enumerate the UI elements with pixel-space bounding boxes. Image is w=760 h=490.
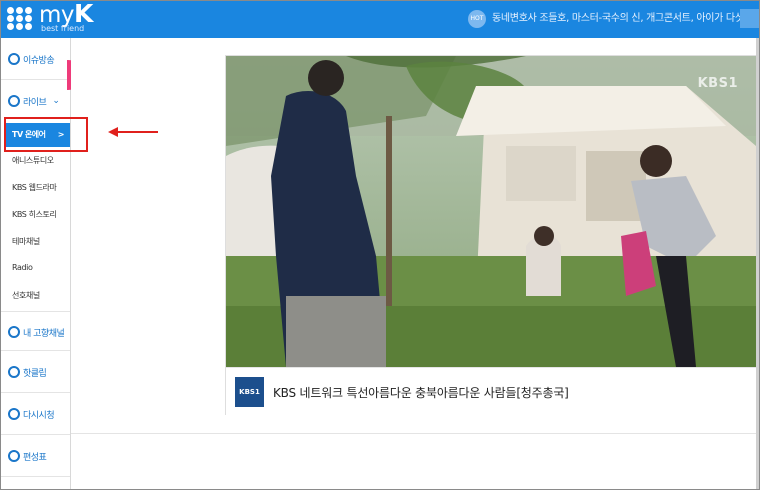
chevron-down-icon: ⌄ xyxy=(52,96,60,106)
sidebar-item-label: 라이브 xyxy=(23,97,47,108)
sidebar: 이슈방송 라이브 ⌄ TV 온에어 > 애니스튜디오 KBS 웹드라마 KBS … xyxy=(1,38,71,489)
list-icon xyxy=(8,450,20,462)
scrollbar-track[interactable] xyxy=(756,38,759,489)
sidebar-item-hot-clip[interactable]: 핫클립 xyxy=(1,351,70,393)
arrow-left-icon xyxy=(108,127,158,137)
sidebar-item-label: 핫클립 xyxy=(23,368,47,379)
highlight-box xyxy=(4,117,88,152)
top-header: myK best friend HOT 동네변호사 조들호, 마스터-국수의 신… xyxy=(1,1,759,38)
header-menu-button[interactable] xyxy=(740,9,759,28)
clock-icon xyxy=(8,95,20,107)
sidebar-item-label: 내 고향채널 xyxy=(23,328,65,339)
logo-subtitle: best friend xyxy=(41,24,85,33)
hot-keywords[interactable]: 동네변호사 조들호, 마스터-국수의 신, 개그콘서트, 아이가 다섯 xyxy=(492,12,744,25)
sidebar-item-label: 이슈방송 xyxy=(23,55,55,66)
sidebar-item-live[interactable]: 라이브 ⌄ xyxy=(1,80,70,115)
kbs-watermark: KBS1 xyxy=(697,76,738,91)
play-icon xyxy=(8,366,20,378)
sidebar-subitem-webdrama[interactable]: KBS 웹드라마 xyxy=(1,182,70,193)
section-divider xyxy=(71,433,756,434)
sidebar-subitem-favorite[interactable]: 선호채널 xyxy=(1,290,70,301)
sidebar-subitem-history[interactable]: KBS 히스토리 xyxy=(1,209,70,220)
sidebar-item-my-channel[interactable]: 내 고향채널 xyxy=(1,311,70,351)
home-icon xyxy=(8,326,20,338)
broadcast-icon xyxy=(8,53,20,65)
sidebar-item-label: 다시시청 xyxy=(23,410,55,421)
channel-logo: KBS1 xyxy=(235,377,264,407)
sidebar-subitem-radio[interactable]: Radio xyxy=(1,263,70,272)
logo-icon[interactable] xyxy=(7,7,33,31)
video-title[interactable]: KBS 네트워크 특선아름다운 충북아름다운 사람들[청주총국] xyxy=(273,384,569,401)
replay-icon xyxy=(8,408,20,420)
hot-badge: HOT xyxy=(468,10,486,28)
video-player[interactable]: KBS1 xyxy=(226,56,756,367)
browser-frame: myK best friend HOT 동네변호사 조들호, 마스터-국수의 신… xyxy=(0,0,760,490)
sidebar-item-label: 편성표 xyxy=(23,452,47,463)
video-frame-image xyxy=(226,56,756,367)
sidebar-subitem-theme[interactable]: 테마채널 xyxy=(1,236,70,247)
sidebar-item-issue[interactable]: 이슈방송 xyxy=(1,38,70,80)
sidebar-subitem-ani[interactable]: 애니스튜디오 xyxy=(1,155,70,166)
video-caption-row[interactable]: KBS1 KBS 네트워크 특선아름다운 충북아름다운 사람들[청주총국] xyxy=(226,367,756,415)
sidebar-item-schedule[interactable]: 편성표 xyxy=(1,435,70,477)
sidebar-item-replay[interactable]: 다시시청 xyxy=(1,393,70,435)
